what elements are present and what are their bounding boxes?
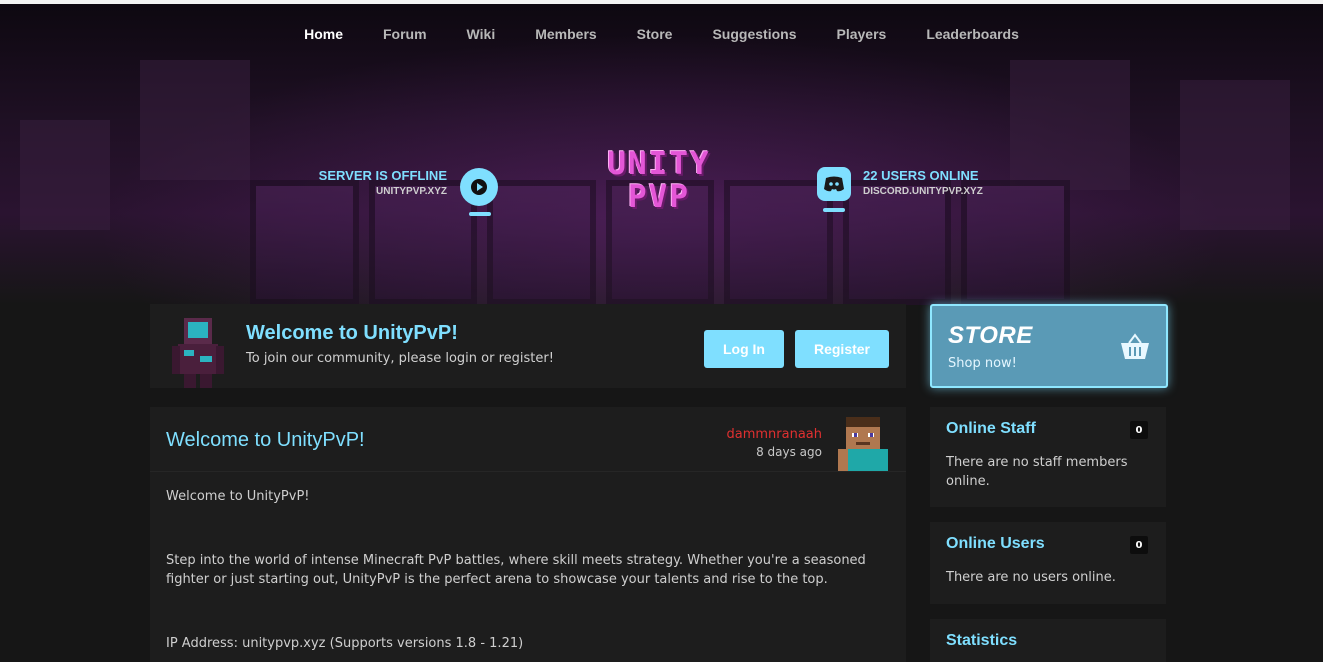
play-button[interactable] [460, 168, 498, 206]
online-users-title: Online Users [946, 535, 1045, 552]
server-status-indicator [469, 212, 491, 216]
server-status[interactable]: SERVER IS OFFLINE UNITYPVP.XYZ [319, 168, 447, 197]
post-title[interactable]: Welcome to UnityPvP! [166, 429, 365, 452]
store-button[interactable]: STORE Shop now! [930, 304, 1168, 388]
post-author[interactable]: dammnranaah [726, 427, 822, 442]
login-button[interactable]: Log In [704, 330, 784, 368]
online-staff-count: 0 [1130, 421, 1148, 439]
discord-users-text: 22 USERS ONLINE [863, 168, 979, 183]
server-address: UNITYPVP.XYZ [376, 186, 447, 197]
logo-line-2: PVP [628, 179, 690, 215]
nav-players[interactable]: Players [816, 26, 906, 42]
background-creature [1010, 60, 1130, 190]
online-staff-text: There are no staff members online. [946, 455, 1128, 489]
nav-leaderboards[interactable]: Leaderboards [906, 26, 1039, 42]
nav-forum[interactable]: Forum [363, 26, 447, 42]
store-subtitle: Shop now! [948, 356, 1017, 371]
background-creature [140, 60, 250, 180]
server-status-text: SERVER IS OFFLINE [318, 168, 447, 183]
discord-button[interactable] [817, 167, 851, 201]
welcome-title: Welcome to UnityPvP! [246, 322, 458, 344]
nav-members[interactable]: Members [515, 26, 616, 42]
discord-status[interactable]: 22 USERS ONLINE DISCORD.UNITYPVP.XYZ [863, 168, 983, 197]
register-button[interactable]: Register [795, 330, 889, 368]
welcome-panel: Welcome to UnityPvP! To join our communi… [150, 304, 906, 388]
online-staff-title: Online Staff [946, 420, 1036, 437]
discord-address: DISCORD.UNITYPVP.XYZ [863, 186, 983, 197]
armored-player-avatar [172, 318, 224, 388]
background-creature [1180, 80, 1290, 230]
online-users-text: There are no users online. [946, 570, 1116, 585]
post-paragraph: Welcome to UnityPvP! [166, 489, 310, 504]
background-creature [20, 120, 110, 230]
online-users-count: 0 [1130, 536, 1148, 554]
post-paragraph: IP Address: unitypvp.xyz (Supports versi… [166, 636, 524, 651]
play-icon [471, 179, 487, 195]
statistics-card: Statistics [930, 619, 1166, 662]
online-users-card: Online Users 0 There are no users online… [930, 522, 1166, 604]
news-post: Welcome to UnityPvP! dammnranaah 8 days … [150, 407, 906, 662]
post-header: Welcome to UnityPvP! dammnranaah 8 days … [150, 407, 906, 472]
store-title: STORE [948, 322, 1033, 349]
site-logo[interactable]: UNITY PVP [600, 148, 718, 218]
online-staff-card: Online Staff 0 There are no staff member… [930, 407, 1166, 507]
discord-indicator [823, 208, 845, 212]
discord-icon [824, 176, 844, 192]
nav-wiki[interactable]: Wiki [447, 26, 516, 42]
nav-suggestions[interactable]: Suggestions [692, 26, 816, 42]
welcome-subtitle: To join our community, please login or r… [246, 351, 554, 366]
basket-icon [1121, 333, 1149, 359]
post-paragraph: Step into the world of intense Minecraft… [166, 553, 866, 587]
nav-home[interactable]: Home [284, 26, 363, 42]
author-avatar[interactable] [838, 417, 888, 471]
logo-line-1: UNITY [607, 146, 711, 182]
main-nav: Home Forum Wiki Members Store Suggestion… [0, 4, 1323, 64]
nav-store[interactable]: Store [617, 26, 693, 42]
post-time: 8 days ago [756, 445, 822, 459]
statistics-title: Statistics [946, 632, 1018, 649]
